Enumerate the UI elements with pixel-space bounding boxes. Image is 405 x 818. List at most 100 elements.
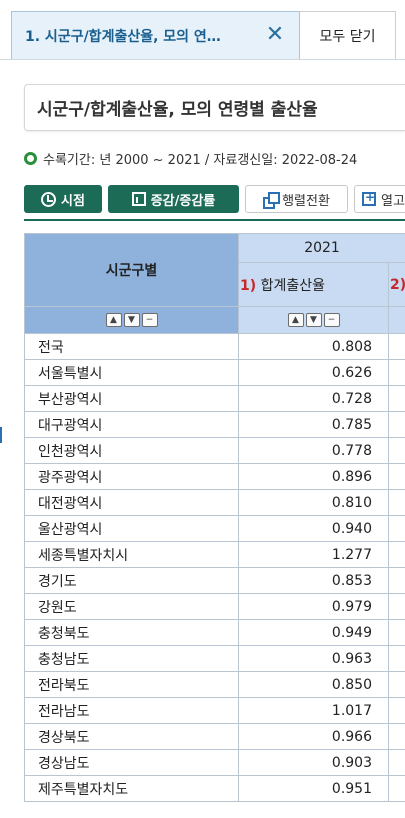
tfr-value-cell: 0.853	[238, 567, 389, 594]
page-title: 시군구/합계출산율, 모의 연령별 출산율	[37, 100, 318, 120]
value-sort-controls: ▲ ▼ −	[238, 306, 389, 334]
table-row[interactable]: 경기도 0.853	[24, 567, 405, 594]
region-name-cell: 서울특별시	[24, 359, 239, 386]
close-icon[interactable]: ✕	[265, 24, 285, 46]
region-name-cell: 세종특별자치시	[24, 541, 239, 568]
table-row[interactable]: 충청북도 0.949	[24, 619, 405, 646]
columns-button[interactable]: 열고	[354, 185, 405, 213]
next-value-cell	[387, 541, 405, 568]
close-all-tabs-button[interactable]: 모두 닫기	[300, 11, 396, 60]
next-sort-controls	[387, 306, 405, 334]
table-row[interactable]: 대전광역시 0.810	[24, 489, 405, 516]
table-row[interactable]: 세종특별자치시 1.277	[24, 541, 405, 568]
next-value-cell	[387, 333, 405, 360]
time-button[interactable]: 시점	[24, 185, 102, 213]
table-row[interactable]: 대구광역시 0.785	[24, 411, 405, 438]
table-row[interactable]: 광주광역시 0.896	[24, 463, 405, 490]
region-name-cell: 인천광역시	[24, 437, 239, 464]
next-column-header[interactable]: 2)	[387, 262, 405, 307]
toolbar-divider	[24, 219, 405, 221]
region-name-cell: 전라북도	[24, 671, 239, 698]
data-table: 시군구별 2021 1) 합계출산율 2) ▲ ▼ − ▲ ▼ − 전국 0.8…	[24, 233, 405, 802]
clock-icon	[41, 191, 57, 207]
region-name-cell: 광주광역시	[24, 463, 239, 490]
table-row[interactable]: 전라북도 0.850	[24, 671, 405, 698]
table-row[interactable]: 전라남도 1.017	[24, 697, 405, 724]
table-row[interactable]: 서울특별시 0.626	[24, 359, 405, 386]
next-value-cell	[387, 749, 405, 776]
table-row[interactable]: 전국 0.808	[24, 333, 405, 360]
region-name-cell: 경상북도	[24, 723, 239, 750]
year-header[interactable]: 2021	[237, 233, 405, 263]
tfr-value-cell: 1.017	[238, 697, 389, 724]
tab-active[interactable]: 1. 시군구/합계출산율, 모의 연… ✕	[11, 11, 300, 60]
toolbar: 시점 증감/증감률 행렬전환 열고	[24, 185, 405, 213]
collapse-icon[interactable]: −	[141, 313, 158, 327]
tfr-value-cell: 0.940	[238, 515, 389, 542]
region-name-cell: 대구광역시	[24, 411, 239, 438]
tab-bar: 1. 시군구/합계출산율, 모의 연… ✕ 모두 닫기	[0, 0, 405, 60]
tfr-header-label: 합계출산율	[260, 277, 325, 294]
year-label: 2021	[304, 240, 340, 256]
meta-text: 수록기간: 년 2000 ~ 2021 / 자료갱신일: 2022-08-24	[43, 152, 358, 168]
region-name-cell: 강원도	[24, 593, 239, 620]
region-name-cell: 전라남도	[24, 697, 239, 724]
tfr-value-cell: 0.626	[238, 359, 389, 386]
tfr-value-cell: 0.808	[238, 333, 389, 360]
sort-up-icon[interactable]: ▲	[287, 313, 304, 327]
sort-down-icon[interactable]: ▼	[305, 313, 322, 327]
tfr-value-cell: 0.810	[238, 489, 389, 516]
table-row[interactable]: 울산광역시 0.940	[24, 515, 405, 542]
pivot-button[interactable]: 행렬전환	[245, 185, 348, 213]
pivot-icon	[263, 192, 281, 209]
radio-dot-icon	[24, 151, 37, 165]
tfr-value-cell: 0.903	[238, 749, 389, 776]
change-rate-button[interactable]: 증감/증감률	[108, 185, 239, 213]
region-name-cell: 제주특별자치도	[24, 775, 239, 802]
tfr-value-cell: 1.277	[238, 541, 389, 568]
next-value-cell	[387, 671, 405, 698]
meta-info: 수록기간: 년 2000 ~ 2021 / 자료갱신일: 2022-08-24	[24, 148, 405, 168]
region-name-cell: 경기도	[24, 567, 239, 594]
next-value-cell	[387, 489, 405, 516]
region-name-cell: 대전광역시	[24, 489, 239, 516]
table-row[interactable]: 충청남도 0.963	[24, 645, 405, 672]
next-value-cell	[387, 515, 405, 542]
table-row[interactable]: 경상북도 0.966	[24, 723, 405, 750]
tfr-value-cell: 0.850	[238, 671, 389, 698]
region-sort-controls: ▲ ▼ −	[24, 306, 239, 334]
tfr-value-cell: 0.949	[238, 619, 389, 646]
close-all-label: 모두 닫기	[319, 29, 376, 45]
next-value-cell	[387, 593, 405, 620]
collapse-icon[interactable]: −	[323, 313, 340, 327]
next-value-cell	[387, 359, 405, 386]
tfr-value-cell: 0.966	[238, 723, 389, 750]
columns-icon	[362, 190, 376, 206]
next-value-cell	[387, 775, 405, 802]
page-title-box: 시군구/합계출산율, 모의 연령별 출산율	[24, 84, 405, 131]
table-body: 전국 0.808 서울특별시 0.626 부산광역시 0.728 대구광역시 0.785 인천광…	[24, 333, 405, 802]
region-header-label: 시군구별	[105, 263, 158, 279]
next-value-cell	[387, 463, 405, 490]
tfr-value-cell: 0.728	[238, 385, 389, 412]
table-row[interactable]: 경상남도 0.903	[24, 749, 405, 776]
table-row[interactable]: 제주특별자치도 0.951	[24, 775, 405, 802]
tfr-value-cell: 0.951	[238, 775, 389, 802]
table-row[interactable]: 부산광역시 0.728	[24, 385, 405, 412]
region-name-cell: 부산광역시	[24, 385, 239, 412]
region-column-header[interactable]: 시군구별	[24, 233, 239, 307]
next-value-cell	[387, 567, 405, 594]
time-button-label: 시점	[61, 193, 85, 209]
next-value-cell	[387, 437, 405, 464]
sort-down-icon[interactable]: ▼	[123, 313, 140, 327]
sort-up-icon[interactable]: ▲	[105, 313, 122, 327]
tfr-column-header[interactable]: 1) 합계출산율	[238, 262, 389, 307]
table-row[interactable]: 강원도 0.979	[24, 593, 405, 620]
tfr-value-cell: 0.896	[238, 463, 389, 490]
next-value-cell	[387, 645, 405, 672]
region-name-cell: 충청북도	[24, 619, 239, 646]
table-row[interactable]: 인천광역시 0.778	[24, 437, 405, 464]
side-marker	[0, 427, 2, 443]
tfr-value-cell: 0.963	[238, 645, 389, 672]
region-name-cell: 전국	[24, 333, 239, 360]
